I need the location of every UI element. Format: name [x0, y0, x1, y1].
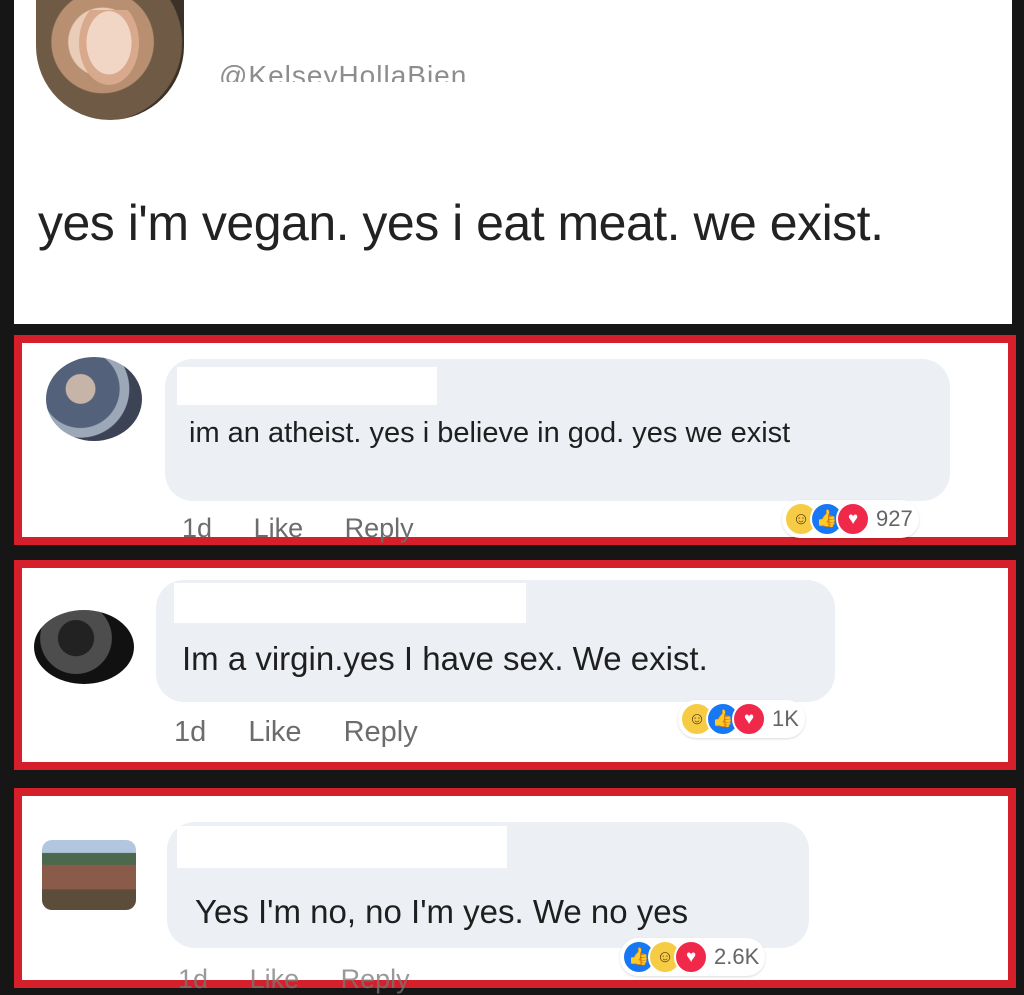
comment-text: Yes I'm no, no I'm yes. We no yes — [195, 893, 689, 930]
comment-bubble: im an atheist. yes i believe in god. yes… — [165, 359, 950, 501]
comment-time: 1d — [182, 513, 213, 543]
commenter-avatar[interactable] — [34, 610, 134, 684]
reply-link[interactable]: Reply — [344, 716, 418, 748]
highlighted-comment-2: Im a virgin.yes I have sex. We exist. 1d… — [14, 560, 1016, 770]
redacted-name — [177, 826, 507, 868]
reaction-count: 1K — [772, 706, 799, 731]
highlighted-comment-1: im an atheist. yes i believe in god. yes… — [14, 335, 1016, 545]
reaction-summary[interactable]: ☺ 👍 ♥ 1K — [678, 700, 805, 738]
highlighted-comment-3: Yes I'm no, no I'm yes. We no yes 1d Lik… — [14, 788, 1016, 994]
reaction-count: 2.6K — [714, 944, 760, 969]
love-icon: ♥ — [732, 702, 766, 736]
comment-actions: 1d Like Reply — [174, 716, 452, 749]
comment-text: Im a virgin.yes I have sex. We exist. — [182, 640, 708, 677]
post-text: yes i'm vegan. yes i eat meat. we exist. — [38, 195, 884, 251]
comment-bubble: Im a virgin.yes I have sex. We exist. — [156, 580, 835, 702]
comment-time: 1d — [174, 716, 207, 748]
comment-1: im an atheist. yes i believe in god. yes… — [22, 343, 1008, 543]
poster-handle[interactable]: @KelseyHollaBien — [219, 64, 467, 82]
reply-link[interactable]: Reply — [345, 513, 414, 543]
like-link[interactable]: Like — [254, 513, 304, 543]
comment-actions: 1d Like Reply — [182, 513, 448, 544]
reaction-summary[interactable]: ☺ 👍 ♥ 927 — [782, 500, 919, 538]
reply-link[interactable]: Reply — [341, 964, 410, 994]
love-icon: ♥ — [674, 940, 708, 974]
commenter-avatar[interactable] — [42, 840, 136, 910]
comment-time: 1d — [178, 964, 209, 994]
poster-avatar[interactable] — [36, 0, 184, 120]
comment-actions: 1d Like Reply — [178, 964, 444, 995]
reaction-summary[interactable]: 👍 ☺ ♥ 2.6K — [620, 938, 766, 976]
reaction-count: 927 — [876, 506, 913, 531]
comment-3: Yes I'm no, no I'm yes. We no yes 1d Lik… — [22, 796, 1008, 994]
commenter-avatar[interactable] — [46, 357, 142, 441]
comment-2: Im a virgin.yes I have sex. We exist. 1d… — [22, 568, 1008, 762]
love-icon: ♥ — [836, 502, 870, 536]
comment-bubble: Yes I'm no, no I'm yes. We no yes — [167, 822, 809, 948]
redacted-name — [177, 367, 437, 405]
post-card: @KelseyHollaBien yes i'm vegan. yes i ea… — [14, 0, 1012, 324]
like-link[interactable]: Like — [248, 716, 301, 748]
redacted-name — [174, 583, 526, 623]
comment-text: im an atheist. yes i believe in god. yes… — [189, 417, 791, 449]
like-link[interactable]: Like — [250, 964, 300, 994]
